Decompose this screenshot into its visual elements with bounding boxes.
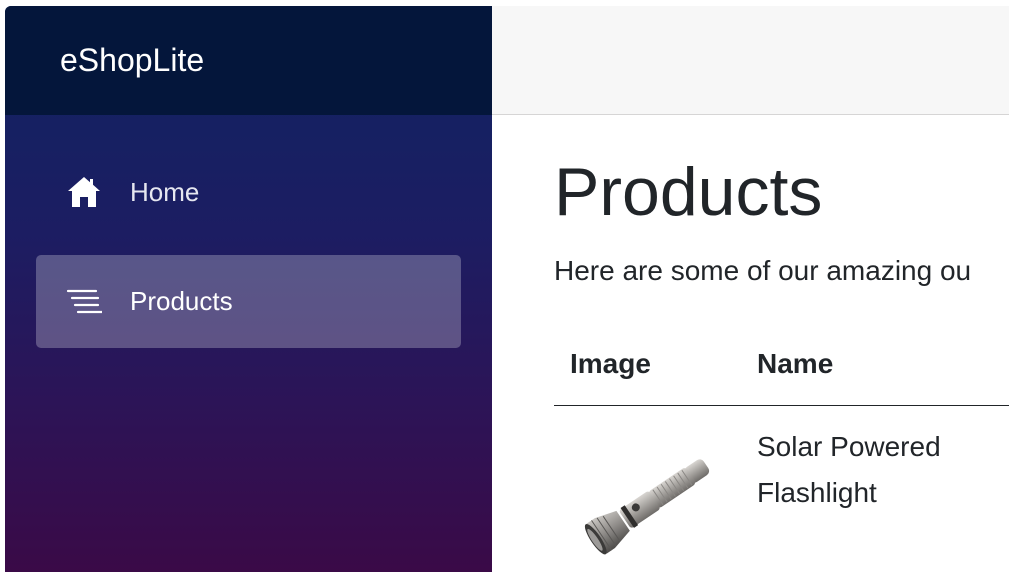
page-title: Products (554, 154, 823, 230)
nav-item-home-label: Home (130, 177, 200, 207)
sidebar: eShopLite Home Products (5, 6, 492, 572)
table-header-divider (554, 405, 1009, 406)
intro-text: Here are some of our amazing ou (554, 255, 972, 286)
top-header-bar (492, 6, 1009, 115)
brand-bar: eShopLite (5, 6, 492, 115)
home-icon (68, 177, 100, 207)
app-window: eShopLite Home Products Products Here ar… (0, 0, 1009, 572)
main-content: Products Here are some of our amazing ou… (492, 115, 1009, 572)
flashlight-image (584, 459, 710, 555)
product-name-cell: Solar Powered Flashlight (757, 431, 941, 508)
nav-item-products-label: Products (130, 286, 233, 316)
column-header-image: Image (570, 348, 651, 379)
list-icon (66, 289, 102, 314)
brand-link[interactable]: eShopLite (60, 42, 204, 79)
nav-item-home[interactable]: Home (36, 146, 461, 239)
column-header-name: Name (757, 348, 834, 379)
nav-item-products[interactable]: Products (36, 255, 461, 348)
